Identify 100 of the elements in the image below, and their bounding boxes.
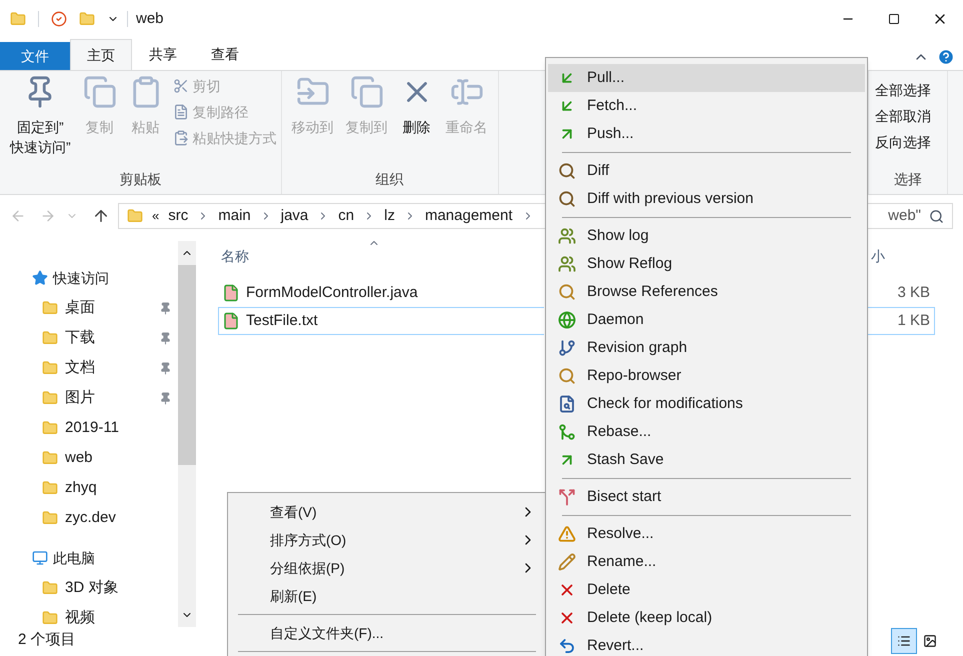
- menu-item[interactable]: Revert...: [548, 632, 865, 656]
- search-text: web": [888, 206, 921, 226]
- properties-icon[interactable]: [51, 11, 67, 27]
- file-name: FormModelController.java: [246, 282, 418, 303]
- menu-item[interactable]: 查看(V): [238, 498, 536, 526]
- nav-item[interactable]: web: [65, 446, 93, 470]
- menu-item[interactable]: Daemon: [548, 306, 865, 334]
- star-icon: [32, 270, 48, 286]
- file-row[interactable]: FormModelController.java: [218, 279, 544, 307]
- menu-item[interactable]: Pull...: [548, 64, 865, 92]
- maximize-icon: [888, 13, 900, 25]
- nav-item[interactable]: 下载: [65, 326, 95, 350]
- menu-item[interactable]: Push...: [548, 120, 865, 148]
- folder-icon: [42, 450, 58, 466]
- menu-item[interactable]: Diff: [548, 157, 865, 185]
- copy-icon: [350, 75, 384, 109]
- pin-icon[interactable]: [159, 302, 172, 314]
- up-icon[interactable]: [92, 207, 110, 225]
- users-icon: [558, 255, 576, 273]
- file-icon: [222, 312, 240, 330]
- select-button[interactable]: 反向选择: [875, 130, 941, 154]
- menu-item[interactable]: Revision graph: [548, 334, 865, 362]
- magnifier-icon: [558, 283, 576, 301]
- split-icon: [558, 488, 576, 506]
- breadcrumb[interactable]: src: [168, 204, 188, 228]
- ribbon-tab[interactable]: 主页: [70, 39, 132, 70]
- folder-icon: [42, 580, 58, 596]
- breadcrumb[interactable]: management: [424, 204, 513, 228]
- nav-item[interactable]: 2019-11: [65, 416, 119, 440]
- search-icon[interactable]: [929, 208, 944, 224]
- scroll-thumb[interactable]: [178, 265, 196, 465]
- warning-icon: [558, 525, 576, 543]
- computer-icon: [32, 550, 48, 566]
- select-button[interactable]: 全部选择: [875, 78, 941, 102]
- nav-item[interactable]: 视频: [65, 606, 95, 630]
- folder-icon: [42, 510, 58, 526]
- menu-item[interactable]: 排序方式(O): [238, 526, 536, 554]
- ribbon-tab[interactable]: 共享: [132, 39, 194, 70]
- nav-item[interactable]: zhyq: [65, 476, 97, 500]
- image-icon: [923, 634, 937, 648]
- breadcrumb[interactable]: lz: [384, 204, 395, 228]
- nav-item[interactable]: 此电脑: [53, 548, 95, 568]
- menu-item[interactable]: Repo-browser: [548, 362, 865, 390]
- nav-item[interactable]: 3D 对象: [65, 576, 118, 600]
- breadcrumb[interactable]: cn: [338, 204, 354, 228]
- overflow-chevron[interactable]: «: [152, 206, 160, 226]
- menu-item[interactable]: Show Reflog: [548, 250, 865, 278]
- help-icon[interactable]: [937, 48, 955, 66]
- copy-icon: [82, 75, 117, 109]
- folder-icon: [10, 11, 26, 27]
- pin-icon[interactable]: [159, 392, 172, 404]
- menu-item[interactable]: Delete (keep local): [548, 604, 865, 632]
- details-view-button[interactable]: [891, 628, 917, 654]
- menu-item[interactable]: 分组依据(P): [238, 554, 536, 582]
- group-label: 选择: [893, 170, 923, 189]
- pin-icon[interactable]: [159, 332, 172, 344]
- nav-item[interactable]: 文档: [65, 356, 95, 380]
- menu-item[interactable]: Browse References: [548, 278, 865, 306]
- menu-item[interactable]: Bisect start: [548, 483, 865, 511]
- menu-item[interactable]: Check for modifications: [548, 390, 865, 418]
- list-icon: [897, 634, 911, 648]
- nav-item[interactable]: 图片: [65, 386, 95, 410]
- branch-icon: [558, 339, 576, 357]
- ribbon-button[interactable]: 固定到” 快速访问”: [4, 75, 77, 169]
- column-header[interactable]: 小: [871, 246, 885, 266]
- nav-item[interactable]: zyc.dev: [65, 506, 116, 530]
- menu-item[interactable]: Fetch...: [548, 92, 865, 120]
- status-text: 2 个项目: [18, 630, 76, 650]
- undo-icon: [558, 637, 576, 655]
- menu-item[interactable]: Rebase...: [548, 418, 865, 446]
- file-icon: [222, 284, 240, 302]
- folder-icon: [42, 390, 58, 406]
- folder-icon: [42, 300, 58, 316]
- menu-item[interactable]: Stash Save: [548, 446, 865, 474]
- breadcrumb[interactable]: java: [280, 204, 308, 228]
- ribbon-tab[interactable]: 查看: [194, 39, 256, 70]
- folder-icon: [42, 360, 58, 376]
- menu-item[interactable]: Resolve...: [548, 520, 865, 548]
- menu-item[interactable]: Rename...: [548, 548, 865, 576]
- select-button[interactable]: 全部取消: [875, 104, 941, 128]
- merge-icon: [558, 423, 576, 441]
- folder-icon: [42, 420, 58, 436]
- folder-icon: [42, 480, 58, 496]
- nav-item[interactable]: 桌面: [65, 296, 95, 320]
- file-tab[interactable]: 文件: [0, 42, 70, 70]
- menu-item[interactable]: Delete: [548, 576, 865, 604]
- folder-icon: [42, 330, 58, 346]
- ribbon-button[interactable]: 删除: [394, 75, 440, 169]
- column-header[interactable]: 名称: [218, 246, 249, 266]
- shortcut-icon: [172, 130, 189, 146]
- group-label: 剪贴板: [118, 170, 162, 189]
- pin-icon[interactable]: [159, 362, 172, 374]
- nav-item[interactable]: 快速访问: [53, 268, 109, 288]
- window-title: web: [136, 8, 164, 29]
- menu-item[interactable]: 自定义文件夹(F)...: [238, 619, 536, 647]
- menu-item[interactable]: 刷新(E): [238, 582, 536, 610]
- breadcrumb[interactable]: main: [218, 204, 251, 228]
- scrollbar[interactable]: [178, 241, 196, 627]
- file-row[interactable]: TestFile.txt: [218, 307, 544, 335]
- magnifier-icon: [558, 190, 576, 208]
